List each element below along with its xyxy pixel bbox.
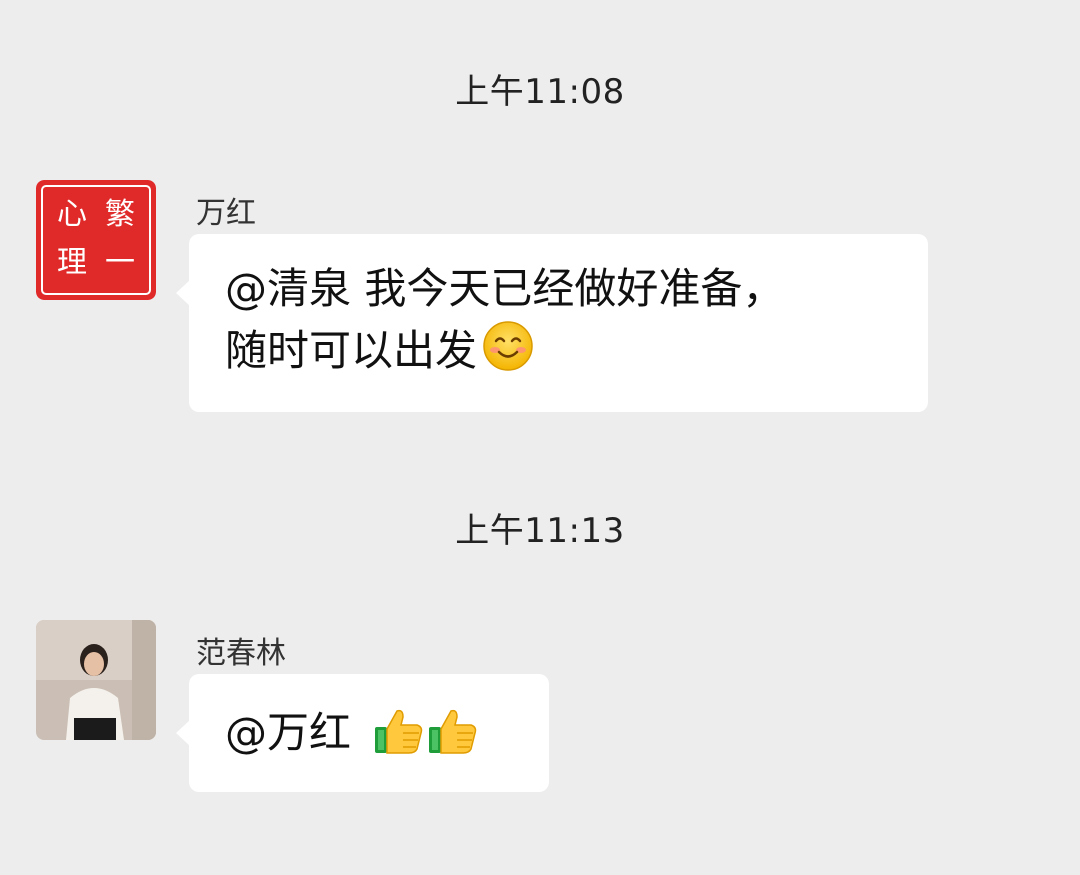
avatar[interactable] [36,620,156,740]
timestamp: 上午11:13 [455,511,625,551]
timestamp: 上午11:08 [455,72,625,112]
svg-text:一: 一 [105,245,135,280]
svg-text:心: 心 [57,197,87,232]
message-bubble[interactable]: @万红 [176,674,549,792]
avatar[interactable]: 繁 一 心 理 [36,180,156,300]
message-text: @万红 [225,708,352,757]
sender-name: 万红 [196,196,256,231]
message-bubble[interactable]: @清泉 我今天已经做好准备， 随时可以出发 [176,234,928,412]
message-text: @清泉 我今天已经做好准备， [225,264,785,313]
svg-text:理: 理 [57,245,87,280]
smiling-face-emoji-icon [481,319,535,389]
person-photo-icon [36,620,156,740]
thumbs-up-emoji-icon [429,709,477,754]
message-text: 随时可以出发 [225,326,478,375]
svg-text:繁: 繁 [105,197,135,232]
thumbs-up-emoji-icon [375,709,423,754]
sender-name: 范春林 [196,636,286,671]
seal-logo-icon: 繁 一 心 理 [36,180,156,300]
